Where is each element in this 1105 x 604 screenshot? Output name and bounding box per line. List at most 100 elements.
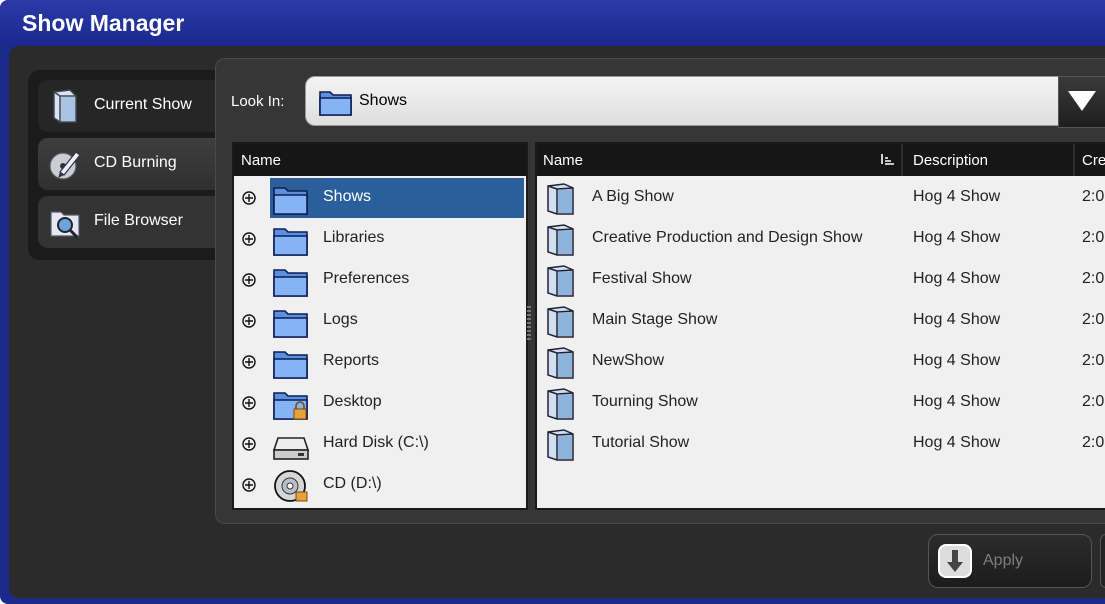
- expand-icon[interactable]: [242, 314, 256, 328]
- apply-label: Apply: [983, 552, 1024, 569]
- window-title: Show Manager: [22, 10, 185, 36]
- show-name: Tourning Show: [592, 393, 698, 410]
- tab-label: File Browser: [94, 212, 183, 229]
- expand-icon[interactable]: [242, 437, 256, 451]
- show-file-icon: [547, 306, 574, 338]
- show-created: 2:0: [1082, 393, 1105, 410]
- look-in-label: Look In:: [231, 93, 285, 110]
- expand-icon[interactable]: [242, 355, 256, 369]
- column-header-created[interactable]: Cre: [1082, 152, 1105, 169]
- tree-item-shows[interactable]: Shows: [234, 178, 526, 218]
- show-description: Hog 4 Show: [913, 393, 1001, 410]
- column-header-name[interactable]: Name: [543, 152, 583, 169]
- show-file-icon: [547, 429, 574, 461]
- column-header-description[interactable]: Description: [913, 152, 988, 169]
- folder-tree[interactable]: Name Shows Libraries Preferences Logs Re…: [232, 142, 528, 510]
- file-browser-icon: [50, 211, 80, 239]
- show-file-icon: [547, 347, 574, 379]
- folder-icon: [273, 351, 308, 379]
- look-in-select[interactable]: Shows: [305, 76, 1059, 126]
- hard-disk-icon: [272, 437, 310, 460]
- show-description: Hog 4 Show: [913, 229, 1001, 246]
- folder-icon: [273, 228, 308, 256]
- show-row[interactable]: A Big Show Hog 4 Show 2:0: [537, 178, 1105, 218]
- tree-item-preferences[interactable]: Preferences: [234, 260, 526, 300]
- show-created: 2:0: [1082, 229, 1105, 246]
- show-row[interactable]: Tutorial Show Hog 4 Show 2:0: [537, 424, 1105, 464]
- list-header: Name Description Cre: [537, 144, 1105, 176]
- show-file-icon: [547, 388, 574, 420]
- tree-item-desktop[interactable]: Desktop: [234, 383, 526, 423]
- locked-folder-icon: [273, 392, 308, 420]
- apply-button[interactable]: Apply: [928, 534, 1092, 588]
- cd-drive-icon: [274, 470, 308, 502]
- pane-splitter[interactable]: [527, 306, 531, 342]
- secondary-button-edge[interactable]: [1100, 534, 1105, 588]
- show-created: 2:0: [1082, 188, 1105, 205]
- show-description: Hog 4 Show: [913, 270, 1001, 287]
- show-file-icon: [547, 183, 574, 215]
- tree-item-label: Hard Disk (C:\): [323, 434, 429, 451]
- tab-label: Current Show: [94, 96, 192, 113]
- expand-icon[interactable]: [242, 396, 256, 410]
- show-file-list[interactable]: Name Description Cre A Big Show Hog 4 Sh…: [535, 142, 1105, 510]
- tree-item-label: CD (D:\): [323, 475, 382, 492]
- show-book-icon: [53, 89, 77, 123]
- expand-icon[interactable]: [242, 478, 256, 492]
- tree-item-hard-disk[interactable]: Hard Disk (C:\): [234, 424, 526, 464]
- show-row[interactable]: Main Stage Show Hog 4 Show 2:0: [537, 301, 1105, 341]
- tree-item-label: Desktop: [323, 393, 382, 410]
- folder-icon: [319, 91, 352, 116]
- tree-item-cd[interactable]: CD (D:\): [234, 465, 526, 505]
- tree-item-label: Preferences: [323, 270, 410, 287]
- tree-item-logs[interactable]: Logs: [234, 301, 526, 341]
- folder-icon: [273, 310, 308, 338]
- show-name: Creative Production and Design Show: [592, 229, 863, 246]
- cd-burn-icon: [49, 151, 81, 180]
- tree-header[interactable]: Name: [234, 144, 526, 176]
- show-created: 2:0: [1082, 434, 1105, 451]
- tree-item-libraries[interactable]: Libraries: [234, 219, 526, 259]
- tree-item-label: Logs: [323, 311, 358, 328]
- show-row[interactable]: Creative Production and Design Show Hog …: [537, 219, 1105, 259]
- show-row[interactable]: Festival Show Hog 4 Show 2:0: [537, 260, 1105, 300]
- column-divider[interactable]: [901, 144, 903, 176]
- tree-item-label: Shows: [323, 188, 372, 205]
- show-name: Tutorial Show: [592, 434, 690, 451]
- folder-icon: [273, 269, 308, 297]
- show-name: NewShow: [592, 352, 665, 369]
- show-name: Main Stage Show: [592, 311, 718, 328]
- tab-strip: Current Show CD Burning File Browser: [28, 70, 218, 260]
- tree-item-reports[interactable]: Reports: [234, 342, 526, 382]
- tree-item-label: Libraries: [323, 229, 385, 246]
- sort-icon[interactable]: [881, 153, 895, 165]
- show-description: Hog 4 Show: [913, 352, 1001, 369]
- expand-icon[interactable]: [242, 273, 256, 287]
- show-row[interactable]: Tourning Show Hog 4 Show 2:0: [537, 383, 1105, 423]
- tab-cd-burning[interactable]: CD Burning: [38, 138, 218, 190]
- show-name: Festival Show: [592, 270, 692, 287]
- tab-file-browser[interactable]: File Browser: [38, 196, 218, 248]
- look-in-value: Shows: [359, 92, 408, 109]
- expand-icon[interactable]: [242, 232, 256, 246]
- show-created: 2:0: [1082, 352, 1105, 369]
- tree-header-name: Name: [241, 152, 282, 169]
- look-in-dropdown-button[interactable]: [1058, 76, 1105, 128]
- download-arrow-icon: [938, 544, 972, 578]
- tab-current-show[interactable]: Current Show: [38, 80, 218, 132]
- tab-label: CD Burning: [94, 154, 177, 171]
- show-row[interactable]: NewShow Hog 4 Show 2:0: [537, 342, 1105, 382]
- chevron-down-icon: [1068, 91, 1096, 111]
- show-description: Hog 4 Show: [913, 188, 1001, 205]
- tree-item-label: Reports: [323, 352, 380, 369]
- expand-icon[interactable]: [242, 191, 256, 205]
- show-created: 2:0: [1082, 311, 1105, 328]
- title-bar: Show Manager: [0, 0, 1105, 46]
- folder-icon: [273, 187, 308, 215]
- show-created: 2:0: [1082, 270, 1105, 287]
- show-description: Hog 4 Show: [913, 311, 1001, 328]
- column-divider[interactable]: [1073, 144, 1075, 176]
- show-name: A Big Show: [592, 188, 674, 205]
- show-description: Hog 4 Show: [913, 434, 1001, 451]
- show-file-icon: [547, 224, 574, 256]
